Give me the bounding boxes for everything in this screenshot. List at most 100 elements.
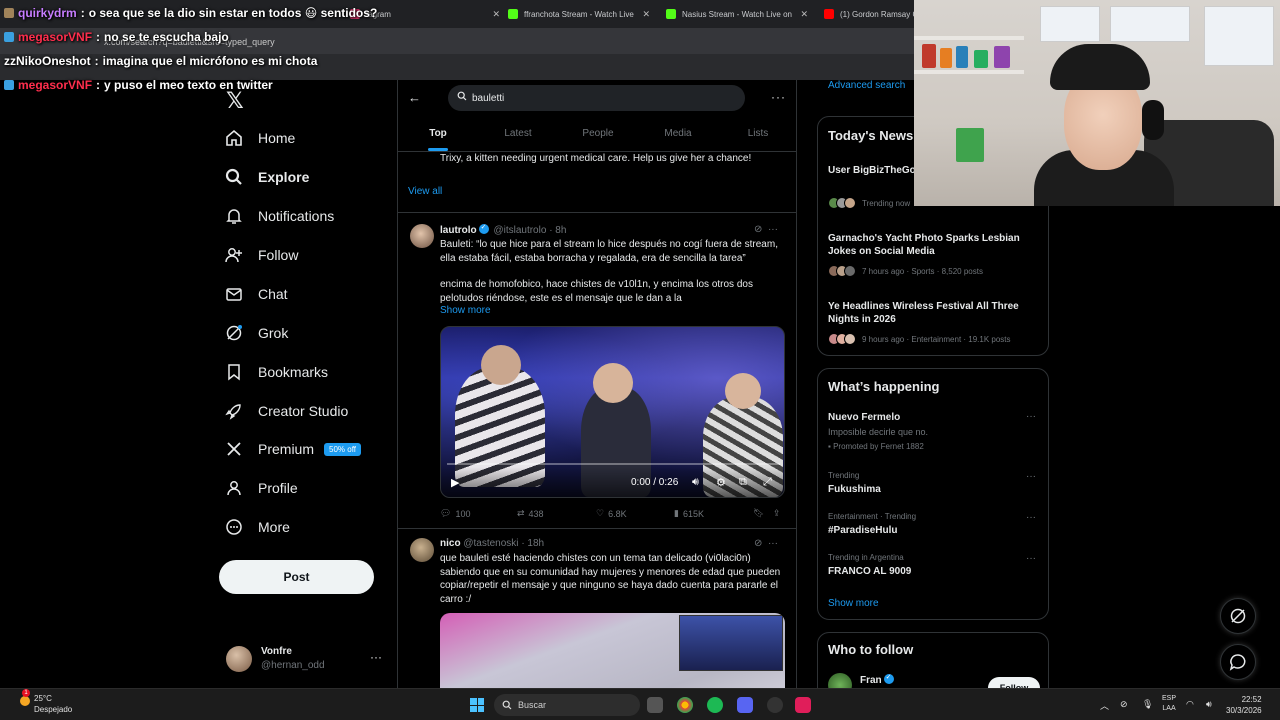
post-author-name[interactable]: nico [440, 538, 461, 549]
fullscreen-icon[interactable]: ⤢ [763, 476, 772, 489]
more-dots-icon[interactable]: ··· [1026, 411, 1036, 422]
bookmark-icon[interactable]: 🔖︎ [753, 508, 764, 519]
chat-message: megasorVNF : y puso el meo texto en twit… [4, 78, 273, 92]
messages-floating-button[interactable] [1220, 644, 1256, 680]
video-player[interactable]: ▶ 0:00 / 0:26 🔊︎ ⚙ ⧉ ⤢ [440, 326, 785, 498]
follow-suggestion-name[interactable]: Fran [860, 673, 896, 686]
search-icon [457, 91, 467, 101]
close-tab-icon[interactable]: ✕ [492, 9, 500, 20]
news-item-title[interactable]: Ye Headlines Wireless Festival All Three… [828, 300, 1033, 326]
chat-badge-icon [4, 80, 14, 90]
tiktok-icon[interactable] [795, 697, 811, 713]
picture-in-picture-icon[interactable]: ⧉ [739, 476, 747, 489]
trend-name[interactable]: #ParadiseHulu [828, 525, 897, 536]
nav-bookmarks[interactable]: Bookmarks [224, 356, 328, 388]
play-icon[interactable]: ▶ [451, 476, 459, 489]
nav-premium[interactable]: Premium 50% off [224, 433, 361, 465]
chevron-up-icon[interactable]: ︿ [1100, 699, 1109, 712]
close-tab-icon[interactable]: ✕ [642, 9, 650, 20]
like-button[interactable]: ♡ 6.8K [596, 508, 627, 519]
grok-icon[interactable]: ⊘ [754, 538, 762, 549]
card-title: Who to follow [828, 642, 914, 657]
nav-follow[interactable]: Follow [224, 239, 298, 271]
views-button[interactable]: ▮ 615K [674, 508, 704, 519]
post-media-image[interactable] [440, 613, 785, 688]
more-dots-icon[interactable]: ··· [1026, 471, 1036, 482]
avatar[interactable] [410, 538, 434, 562]
post-button[interactable]: Post [219, 560, 374, 594]
weather-widget[interactable]: 1 25°C Despejado [20, 689, 72, 715]
browser-tab-nasius[interactable]: Nasius Stream - Watch Live on ✕ [666, 4, 808, 24]
browser-tab-ffranchota[interactable]: ffranchota Stream - Watch Live ✕ [508, 4, 650, 24]
spotify-icon[interactable] [707, 697, 723, 713]
video-progress-track[interactable] [447, 463, 780, 465]
avatar[interactable] [410, 224, 434, 248]
nav-chat[interactable]: Chat [224, 278, 288, 310]
more-dots-icon[interactable]: ··· [768, 224, 778, 235]
card-title: Today's News [828, 128, 914, 143]
tab-top[interactable]: Top [398, 120, 478, 151]
more-dots-icon[interactable]: ··· [370, 650, 382, 664]
show-more-link[interactable]: Show more [440, 305, 491, 316]
nav-explore[interactable]: Explore [224, 161, 309, 193]
settings-gear-icon[interactable]: ⚙ [716, 476, 726, 489]
language-indicator[interactable]: ESP LAA [1162, 694, 1176, 714]
view-all-link[interactable]: View all [408, 186, 442, 197]
network-icon[interactable]: ⊘ [1120, 699, 1128, 710]
more-dots-icon[interactable]: ··· [1026, 512, 1036, 523]
post-author-handle[interactable]: @tastenoski [463, 538, 518, 549]
close-tab-icon[interactable]: ✕ [800, 9, 808, 20]
trend-name[interactable]: Nuevo Fermelo [828, 412, 900, 423]
post-author-name[interactable]: lautrolo [440, 225, 477, 236]
wifi-icon[interactable]: ◠ [1186, 699, 1194, 710]
nav-creator-studio[interactable]: Creator Studio [224, 395, 348, 427]
taskbar-search[interactable]: Buscar [494, 694, 640, 716]
temperature: 25°C [34, 694, 52, 703]
post-header: nico @tastenoski · 18h [440, 538, 544, 549]
tab-latest[interactable]: Latest [478, 120, 558, 151]
account-handle: @hernan_odd [261, 660, 325, 671]
search-input[interactable]: bauletti [448, 85, 745, 111]
show-more-link[interactable]: Show more [828, 598, 879, 609]
volume-icon[interactable]: 🔊︎ [692, 476, 699, 489]
more-dots-icon[interactable]: ··· [771, 90, 786, 104]
reply-button[interactable]: 💬︎ 100 [440, 508, 470, 519]
microphone-icon[interactable]: 🎙︎ [1142, 699, 1153, 710]
nav-notifications[interactable]: Notifications [224, 200, 334, 232]
grok-icon[interactable]: ⊘ [754, 224, 762, 235]
avatar [226, 646, 252, 672]
card-title: What’s happening [828, 379, 940, 394]
tab-people[interactable]: People [558, 120, 638, 151]
chrome-icon[interactable] [677, 697, 693, 713]
nav-grok[interactable]: Grok [224, 317, 288, 349]
minecraft-creeper-figure [956, 128, 984, 162]
nav-home[interactable]: Home [224, 122, 295, 154]
discord-icon[interactable] [737, 697, 753, 713]
grok-floating-button[interactable] [1220, 598, 1256, 634]
trend-category: Trending in Argentina [828, 553, 904, 562]
obs-icon[interactable] [767, 697, 783, 713]
trend-name[interactable]: FRANCO AL 9009 [828, 566, 911, 577]
back-arrow-icon[interactable]: ← [408, 90, 421, 105]
account-switcher[interactable]: Vonfre @hernan_odd ··· [226, 644, 386, 676]
file-explorer-icon[interactable] [647, 697, 663, 713]
trend-name[interactable]: Fukushima [828, 484, 881, 495]
speaker-icon[interactable]: 🔊︎ [1206, 699, 1212, 710]
chat-badge-icon [4, 8, 14, 18]
share-icon[interactable]: ⇪ [773, 508, 781, 519]
shelf-item [956, 46, 968, 68]
repost-button[interactable]: ⇄ 438 [517, 508, 544, 519]
nav-profile[interactable]: Profile [224, 472, 298, 504]
post-author-handle[interactable]: @itslautrolo [493, 225, 546, 236]
windows-start-icon[interactable] [470, 698, 484, 712]
tab-media[interactable]: Media [638, 120, 718, 151]
more-circle-icon [226, 519, 242, 535]
system-clock[interactable]: 22:52 30/3/2026 [1226, 694, 1262, 716]
news-item-title[interactable]: Garnacho's Yacht Photo Sparks Lesbian Jo… [828, 232, 1033, 258]
more-dots-icon[interactable]: ··· [1026, 553, 1036, 564]
rocket-icon [225, 404, 241, 420]
tab-lists[interactable]: Lists [718, 120, 796, 151]
advanced-search-link[interactable]: Advanced search [828, 80, 905, 91]
more-dots-icon[interactable]: ··· [768, 538, 778, 549]
nav-more[interactable]: More [224, 511, 290, 543]
